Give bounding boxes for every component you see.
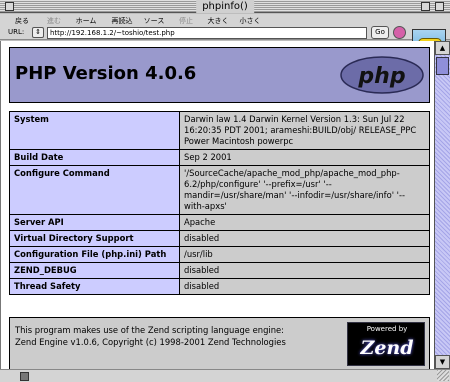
row-value: Darwin law 1.4 Darwin Kernel Version 1.3…	[179, 111, 430, 150]
toolbar-button-2[interactable]: ホーム	[72, 17, 100, 25]
window-title-bar[interactable]: phpinfo()	[0, 0, 450, 13]
row-value: Apache	[179, 214, 430, 231]
url-input[interactable]: http://192.168.1.2/~toshio/test.php	[47, 27, 367, 39]
collapse-box[interactable]	[435, 2, 444, 11]
row-key: ZEND_DEBUG	[9, 262, 180, 279]
scroll-thumb[interactable]	[436, 57, 449, 75]
page-content: PHP Version 4.0.6 php System Darwin law 1…	[0, 41, 434, 369]
vertical-scrollbar[interactable]: ▲ ▼	[434, 41, 450, 369]
resize-grip[interactable]	[437, 370, 449, 381]
table-row: Configure Command '/SourceCache/apache_mo…	[9, 165, 430, 215]
url-label: URL:	[8, 28, 25, 36]
row-key: Configuration File (php.ini) Path	[9, 246, 180, 263]
table-row: Virtual Directory Support disabled	[9, 230, 430, 247]
row-key: System	[9, 111, 180, 150]
zend-line-2: Zend Engine v1.0.6, Copyright (c) 1998-2…	[15, 337, 286, 347]
scroll-up-arrow-icon[interactable]: ▲	[435, 41, 450, 55]
status-bar	[0, 369, 450, 382]
info-table: System Darwin law 1.4 Darwin Kernel Versi…	[9, 111, 430, 295]
toolbar-button-6[interactable]: 大きく	[204, 17, 232, 25]
row-key: Virtual Directory Support	[9, 230, 180, 247]
row-value: /usr/lib	[179, 246, 430, 263]
table-row: Configuration File (php.ini) Path/usr/li…	[9, 246, 430, 263]
row-key: Thread Safety	[9, 278, 180, 295]
go-button[interactable]: Go	[371, 26, 389, 39]
window-title: phpinfo()	[196, 0, 254, 13]
toolbar-button-5[interactable]: 停止	[172, 17, 200, 25]
row-value: Sep 2 2001	[179, 149, 430, 166]
page-title: PHP Version 4.0.6	[15, 63, 197, 84]
toolbar-button-7[interactable]: 小さく	[236, 17, 264, 25]
zend-powered-label: Powered by	[366, 325, 408, 333]
row-value: disabled	[179, 230, 430, 247]
row-value: disabled	[179, 278, 430, 295]
zend-line-1: This program makes use of the Zend scrip…	[15, 325, 285, 335]
row-key: Server API	[9, 214, 180, 231]
row-value: disabled	[179, 262, 430, 279]
table-row: Build Date Sep 2 2001	[9, 149, 430, 166]
toolbar-button-3[interactable]: 再読込	[108, 17, 136, 25]
zend-credits: This program makes use of the Zend scrip…	[9, 317, 430, 369]
url-history-popup[interactable]: ⇕	[32, 27, 44, 38]
toolbar-button-1[interactable]: 進む	[40, 17, 68, 25]
row-value: '/SourceCache/apache_mod_php/apache_mod_…	[179, 165, 430, 215]
toolbar-button-0[interactable]: 戻る	[8, 17, 36, 25]
zend-logo[interactable]: Powered by Zend	[347, 322, 425, 366]
toolbar-button-4[interactable]: ソース	[140, 17, 168, 25]
security-icon	[20, 372, 29, 381]
zoom-box[interactable]	[421, 2, 430, 11]
php-logo-text: php	[357, 64, 405, 89]
table-row: Thread Safety disabled	[9, 278, 430, 295]
url-row: URL: ⇕ http://192.168.1.2/~toshio/test.p…	[0, 26, 412, 40]
table-row: System Darwin law 1.4 Darwin Kernel Versi…	[9, 111, 430, 150]
stop-icon[interactable]	[393, 26, 406, 39]
close-box[interactable]	[5, 2, 14, 11]
table-row: ZEND_DEBUG disabled	[9, 262, 430, 279]
row-key: Build Date	[9, 149, 180, 166]
zend-logo-text: Zend	[360, 337, 414, 359]
scroll-down-arrow-icon[interactable]: ▼	[435, 355, 450, 369]
php-header: PHP Version 4.0.6 php	[9, 47, 430, 103]
row-key: Configure Command	[9, 165, 180, 215]
table-row: Server API Apache	[9, 214, 430, 231]
php-logo: php	[340, 56, 424, 94]
